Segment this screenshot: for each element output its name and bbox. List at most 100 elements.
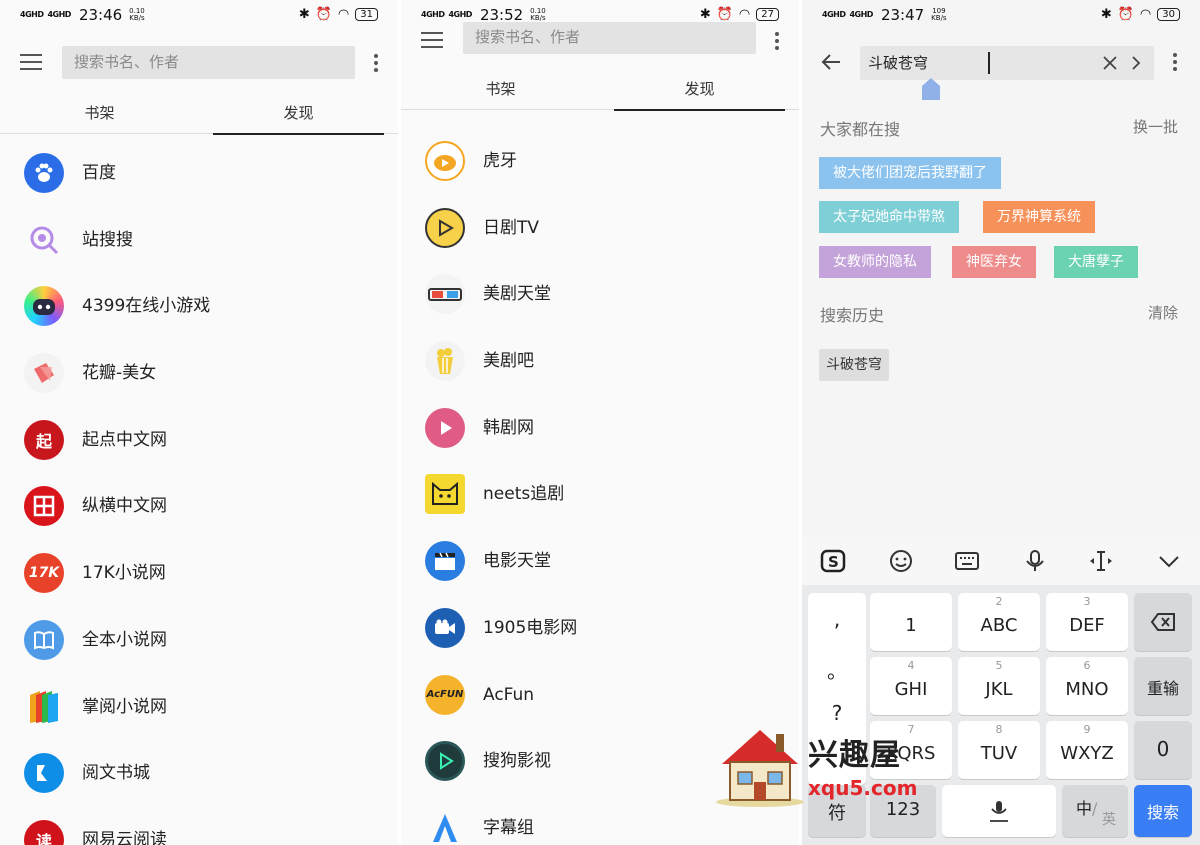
microphone-icon[interactable]	[1022, 549, 1048, 573]
keyboard-layout-icon[interactable]	[954, 549, 980, 573]
popular-search-chip[interactable]: 大唐孽子	[1054, 246, 1138, 278]
backspace-key[interactable]	[1134, 593, 1192, 651]
lang-divider: /	[1092, 799, 1098, 818]
watermark-url: xqu5.com	[808, 776, 918, 800]
petal-icon	[24, 353, 64, 394]
list-item[interactable]: 电影天堂	[401, 528, 799, 595]
clear-history-link[interactable]: 清除	[1148, 302, 1178, 323]
clear-icon[interactable]	[1102, 55, 1118, 71]
more-options-icon[interactable]	[373, 54, 379, 74]
more-options-icon[interactable]	[1172, 53, 1178, 73]
search-history-title: 搜索历史	[820, 306, 885, 325]
list-item-label: 美剧吧	[483, 351, 534, 372]
search-input[interactable]: 斗破苍穹	[860, 46, 1154, 80]
list-item[interactable]: 掌阅小说网	[0, 674, 398, 741]
key-0[interactable]: 0	[1134, 721, 1192, 779]
tab-bookshelf[interactable]: 书架	[0, 94, 199, 134]
menu-icon[interactable]	[421, 32, 443, 48]
search-key[interactable]: 搜索	[1134, 785, 1192, 837]
list-item[interactable]: 17K 17K小说网	[0, 540, 398, 607]
list-item[interactable]: 百度	[0, 140, 398, 207]
punct-comma-key[interactable]: ,	[808, 607, 866, 631]
search-input[interactable]: 搜索书名、作者	[62, 46, 355, 79]
list-item[interactable]: 纵横中文网	[0, 473, 398, 540]
reinput-key[interactable]: 重输	[1134, 657, 1192, 715]
17k-icon: 17K	[24, 553, 64, 594]
key-tuv[interactable]: 8 TUV	[958, 721, 1040, 779]
list-item[interactable]: 韩剧网	[401, 395, 799, 462]
list-item[interactable]: 美剧天堂	[401, 261, 799, 328]
sogou-logo-icon[interactable]: S	[820, 549, 846, 573]
alarm-icon: ⏰	[315, 7, 332, 22]
list-item-label: 电影天堂	[483, 551, 551, 572]
list-item[interactable]: 4399在线小游戏	[0, 273, 398, 340]
key-number: 4	[907, 659, 915, 672]
list-item-label: 百度	[82, 163, 116, 183]
list-item[interactable]: 虎牙	[401, 128, 799, 195]
popular-search-chip[interactable]: 神医弃女	[952, 246, 1036, 278]
key-ghi[interactable]: 4 GHI	[870, 657, 952, 715]
list-item[interactable]: 日剧TV	[401, 195, 799, 262]
tab-discover[interactable]: 发现	[199, 94, 398, 135]
menu-icon[interactable]	[20, 54, 42, 70]
yuewen-icon	[24, 753, 64, 794]
list-item[interactable]: 起 起点中文网	[0, 407, 398, 474]
popular-search-chip[interactable]: 被大佬们团宠后我野翻了	[819, 157, 1001, 189]
list-item[interactable]: 1905电影网	[401, 595, 799, 662]
keyboard-toolbar: S	[802, 537, 1200, 585]
list-item[interactable]: 花瓣-美女	[0, 340, 398, 407]
language-toggle-key[interactable]: 中 / 英	[1062, 785, 1128, 837]
house-logo-icon	[716, 730, 804, 807]
ireader-icon	[24, 687, 64, 727]
bluetooth-icon: ✱	[298, 7, 310, 22]
key-mno[interactable]: 6 MNO	[1046, 657, 1128, 715]
list-item-label: 阅文书城	[82, 763, 150, 784]
clock: 23:47	[880, 6, 925, 24]
list-item[interactable]: 读 网易云阅读	[0, 807, 398, 845]
network-speed-unit: KB/s	[530, 14, 546, 22]
history-chip[interactable]: 斗破苍穹	[819, 349, 889, 381]
collapse-keyboard-icon[interactable]	[1156, 549, 1182, 573]
popcorn-icon	[425, 341, 465, 382]
popular-search-chip[interactable]: 万界神算系统	[983, 201, 1095, 233]
list-item[interactable]: 阅文书城	[0, 740, 398, 807]
key-def[interactable]: 3 DEF	[1046, 593, 1128, 651]
cursor-handle-icon[interactable]	[922, 78, 940, 100]
key-wxyz[interactable]: 9 WXYZ	[1046, 721, 1128, 779]
refresh-batch-link[interactable]: 换一批	[1133, 116, 1178, 137]
list-item[interactable]: neets追剧	[401, 461, 799, 528]
back-arrow-icon[interactable]	[820, 51, 842, 73]
robot-icon	[24, 286, 64, 327]
key-number: 2	[995, 595, 1003, 608]
tab-bookshelf[interactable]: 书架	[401, 70, 600, 110]
popular-search-chip[interactable]: 太子妃她命中带煞	[819, 201, 959, 233]
list-item[interactable]: 美剧吧	[401, 328, 799, 395]
key-abc[interactable]: 2 ABC	[958, 593, 1040, 651]
emoji-icon[interactable]	[888, 549, 914, 573]
key-jkl[interactable]: 5 JKL	[958, 657, 1040, 715]
list-item[interactable]: AcFUN AcFun	[401, 662, 799, 729]
svg-text:S: S	[828, 553, 839, 571]
tab-discover[interactable]: 发现	[600, 70, 799, 111]
chevron-right-icon[interactable]	[1128, 55, 1144, 71]
key-label: DEF	[1069, 615, 1105, 636]
search-input[interactable]: 搜索书名、作者	[463, 22, 756, 54]
list-item-label: 1905电影网	[483, 617, 578, 638]
list-item[interactable]: 站搜搜	[0, 207, 398, 274]
signal-indicator-2: 4GHD	[47, 10, 71, 19]
discover-screen-books: 4GHD 4GHD 23:46 0.10 KB/s ✱ ⏰ ◠ 31 搜索书名、作…	[0, 0, 398, 845]
popular-search-chip[interactable]: 女教师的隐私	[819, 246, 931, 278]
cat-face-icon	[425, 474, 465, 515]
list-item[interactable]: 全本小说网	[0, 607, 398, 674]
punct-question-key[interactable]: ?	[808, 701, 866, 725]
punct-period-key[interactable]: 。	[808, 655, 866, 684]
more-options-icon[interactable]	[774, 32, 780, 52]
wifi-icon: ◠	[1139, 7, 1152, 22]
key-label: JKL	[985, 679, 1013, 700]
cursor-move-icon[interactable]	[1088, 549, 1114, 573]
wifi-icon: ◠	[738, 7, 751, 22]
space-key[interactable]	[942, 785, 1056, 837]
clock: 23:46	[78, 6, 123, 24]
list-item-label: 美剧天堂	[483, 284, 551, 305]
key-1[interactable]: 1	[870, 593, 952, 651]
